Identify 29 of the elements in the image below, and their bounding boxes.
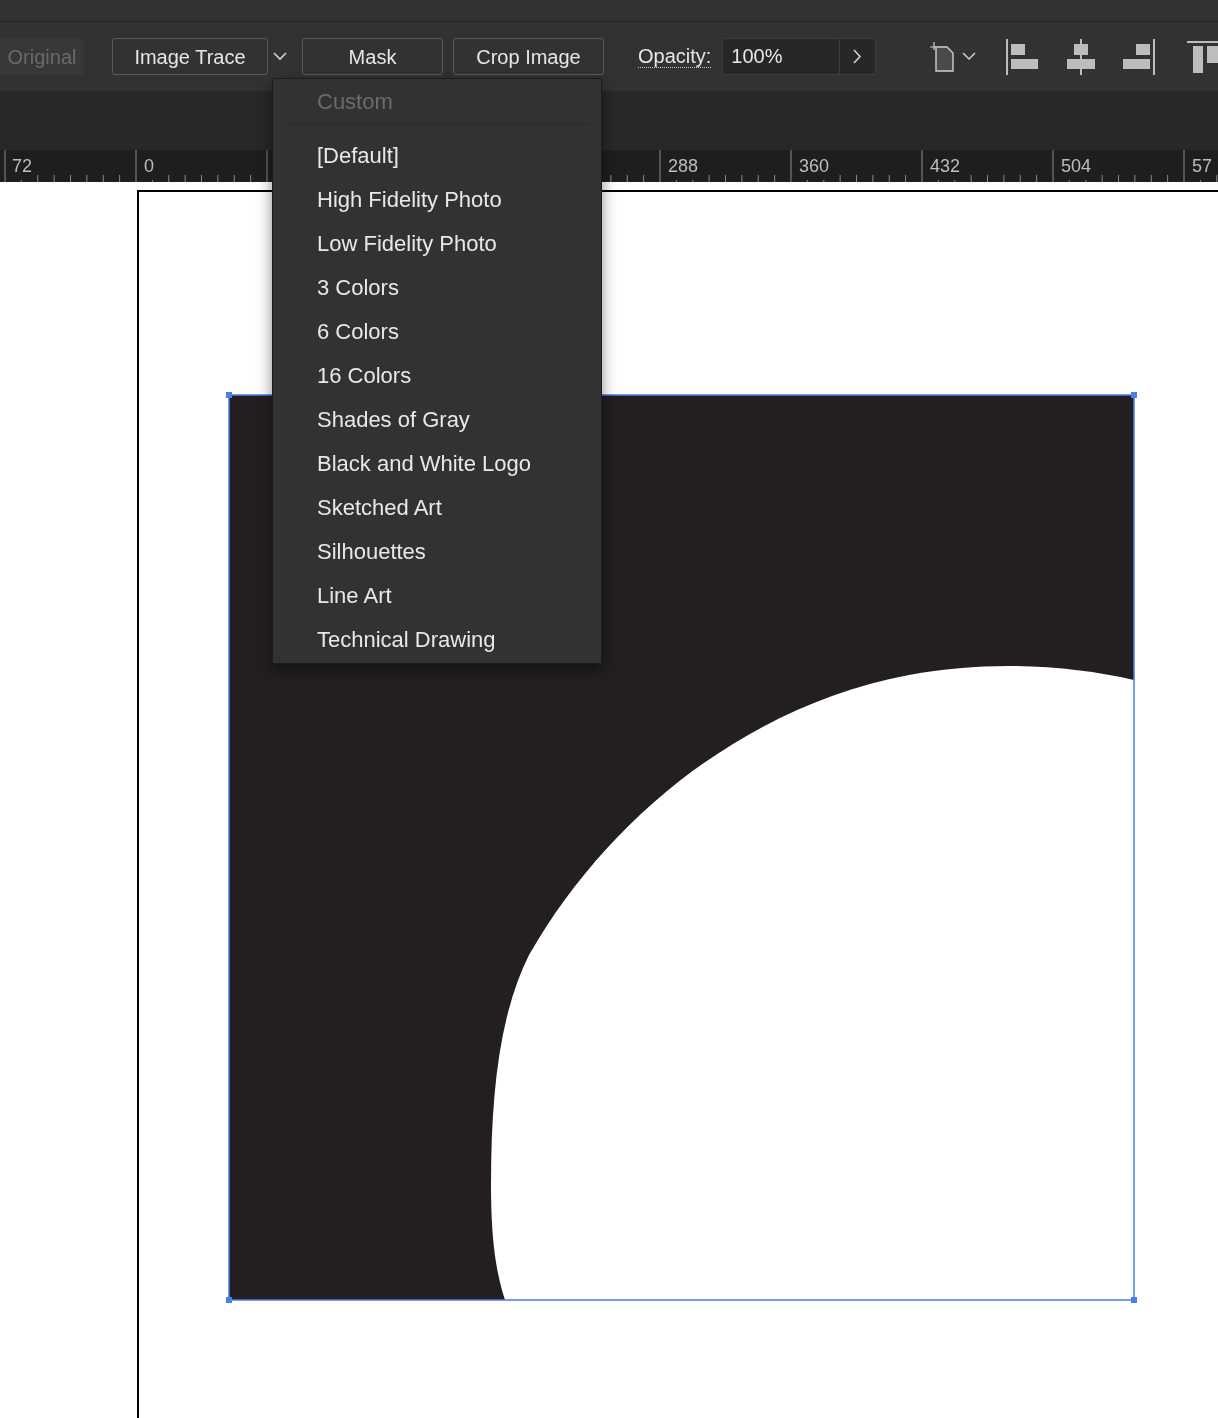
align-top-icon [1187,40,1218,73]
chevron-down-icon [962,52,977,61]
toolbar-button[interactable]: Crop Image [453,38,604,75]
menu-item[interactable]: Line Art [273,573,601,617]
align-center-button[interactable] [1067,38,1096,75]
align-left-icon [1006,38,1040,75]
align-right-button[interactable] [1123,38,1156,75]
toolbar-button[interactable]: Image Trace [112,38,268,75]
menu-item[interactable]: 16 Colors [273,353,601,397]
chevron-right-icon [853,49,863,64]
chevron-down-icon [273,52,287,61]
menu-item[interactable]: Sketched Art [273,485,601,529]
artboard-button[interactable] [930,40,977,73]
align-right-icon [1123,38,1156,75]
menu-item[interactable]: Low Fidelity Photo [273,221,601,265]
align-center-icon [1067,38,1096,75]
opacity-label[interactable]: Opacity: [638,45,712,68]
menu-item[interactable]: Technical Drawing [273,617,601,661]
toolbar-button[interactable]: Mask [302,38,443,75]
menu-item[interactable]: 6 Colors [273,309,601,353]
menu-item[interactable]: Silhouettes [273,529,601,573]
menu-item[interactable]: 3 Colors [273,265,601,309]
menu-item[interactable]: [Default] [273,133,601,177]
menu-item[interactable]: Shades of Gray [273,397,601,441]
align-top-button[interactable] [1187,40,1218,73]
menu-item[interactable]: Black and White Logo [273,441,601,485]
align-left-button[interactable] [1006,38,1040,75]
opacity-field[interactable]: 100% [722,38,877,75]
menu-item[interactable]: High Fidelity Photo [273,177,601,221]
